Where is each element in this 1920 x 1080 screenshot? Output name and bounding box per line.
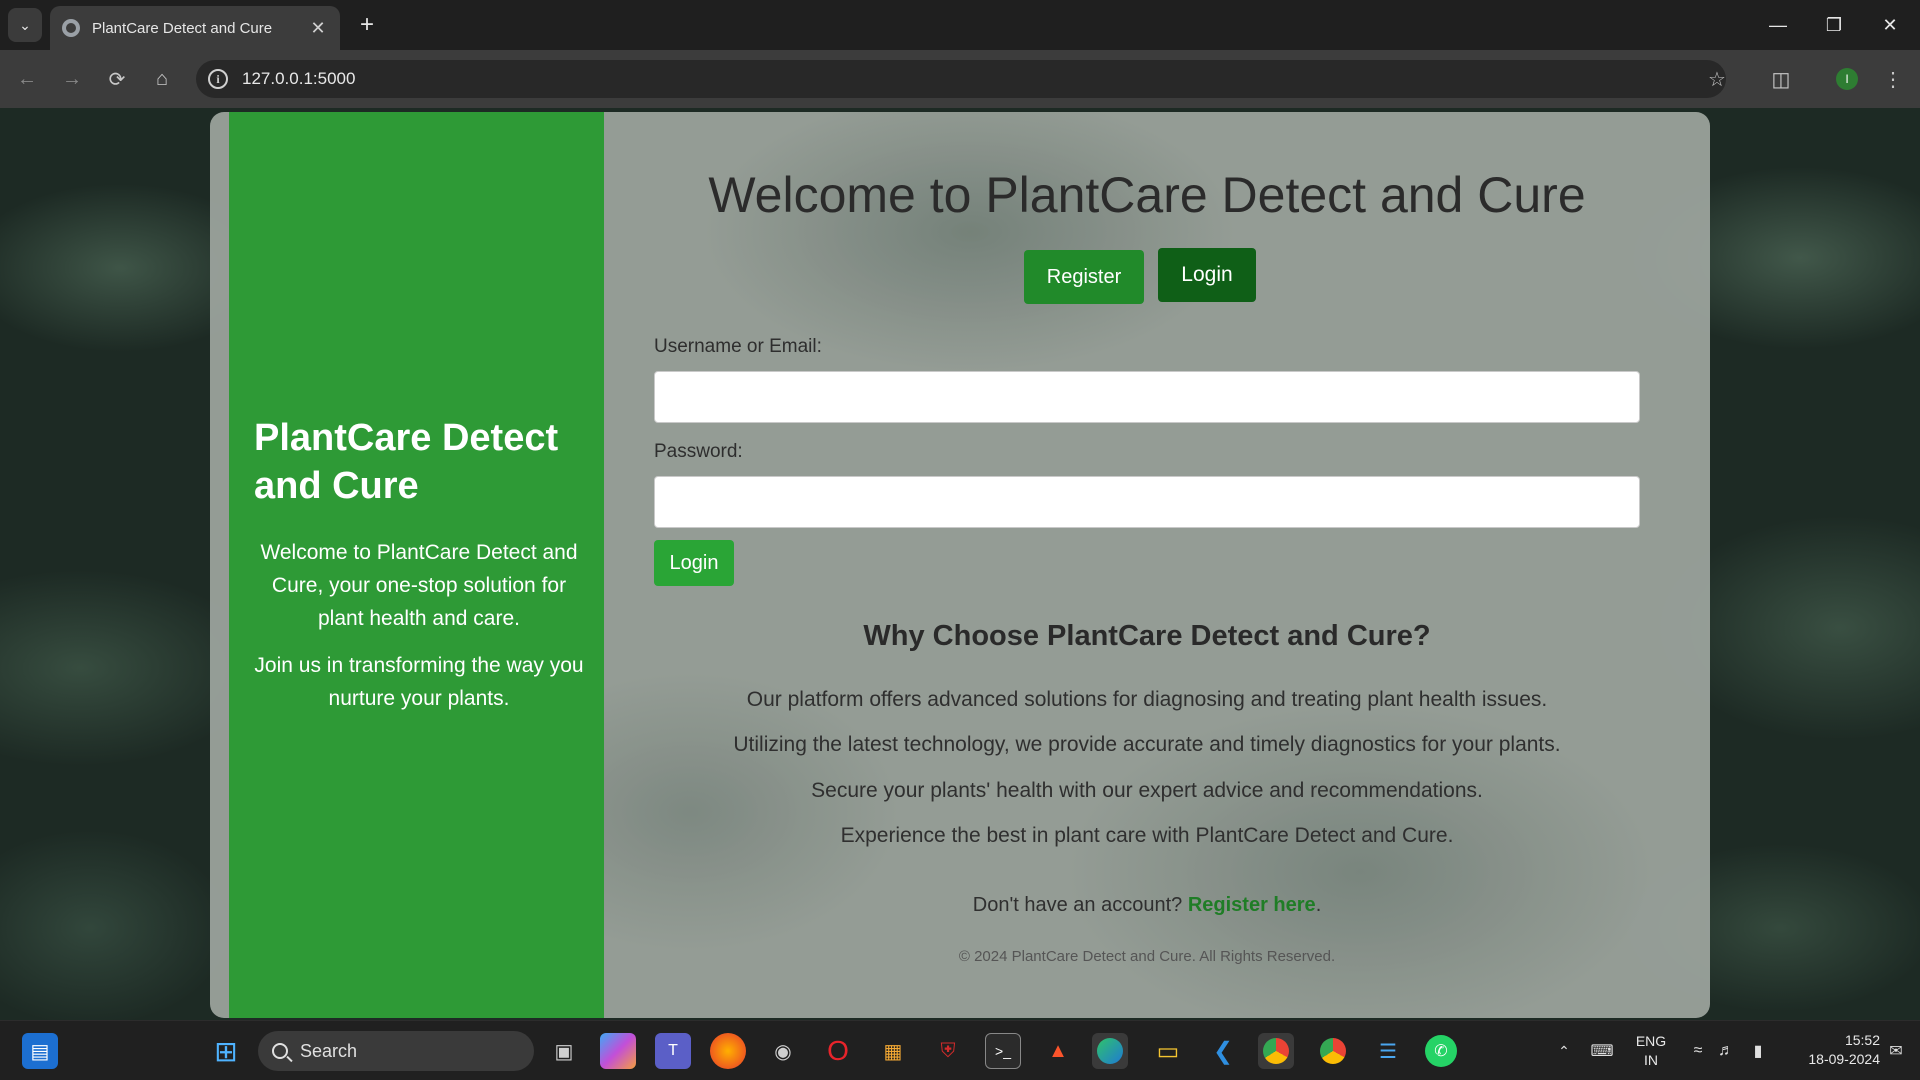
site-info-icon[interactable]: i	[208, 69, 228, 89]
home-icon[interactable]: ⌂	[145, 62, 179, 96]
sidebar-join: Join us in transforming the way you nurt…	[254, 654, 584, 710]
mcafee-shield-icon[interactable]: ⛨	[930, 1033, 966, 1069]
account-prompt-suffix: .	[1315, 894, 1322, 916]
password-input[interactable]	[654, 476, 1640, 528]
minimize-icon[interactable]: —	[1750, 0, 1806, 50]
chrome-icon[interactable]	[1258, 1033, 1294, 1069]
taskbar-search[interactable]: Search	[258, 1031, 534, 1071]
language-indicator[interactable]: ENG IN	[1626, 1032, 1676, 1070]
notepad-icon[interactable]: ☰	[1370, 1033, 1406, 1069]
extensions-puzzle-icon[interactable]: ◫	[1764, 62, 1798, 96]
taskbar: ▤ ⊞ Search ▣ T ◉ O ▦ ⛨ >_ ▲ ▭ ❮ ☰ ✆ ⌃ ⌨ …	[0, 1020, 1920, 1080]
keyboard-icon[interactable]: ⌨	[1584, 1033, 1620, 1069]
reload-icon[interactable]: ⟳	[100, 62, 134, 96]
microsoft-store-icon[interactable]: ▦	[875, 1033, 911, 1069]
tab-search-chevron-icon[interactable]: ⌄	[8, 8, 42, 42]
browser-toolbar: ← → ⟳ ⌂ i 127.0.0.1:5000 ☆ ◫ ⋮	[0, 50, 1920, 108]
password-label: Password:	[654, 441, 743, 462]
copilot-icon[interactable]	[600, 1033, 636, 1069]
sidebar-intro: Welcome to PlantCare Detect and Cure, yo…	[260, 541, 578, 630]
sidebar: PlantCare Detect and Cure Welcome to Pla…	[229, 112, 604, 1018]
terminal-icon[interactable]: >_	[985, 1033, 1021, 1069]
restore-icon[interactable]: ❐	[1806, 0, 1862, 50]
feature-text: Utilizing the latest technology, we prov…	[733, 733, 1561, 756]
page-background: PlantCare Detect and Cure Welcome to Pla…	[0, 108, 1920, 1020]
file-explorer-icon[interactable]: ▭	[1150, 1033, 1186, 1069]
forward-arrow-icon[interactable]: →	[55, 62, 89, 96]
windows-start-icon[interactable]: ⊞	[208, 1033, 244, 1069]
tab-title: PlantCare Detect and Cure	[92, 19, 273, 37]
feature-text: Secure your plants' health with our expe…	[811, 779, 1483, 802]
footer-copyright: © 2024 PlantCare Detect and Cure. All Ri…	[958, 948, 1336, 965]
region-code: IN	[1644, 1052, 1658, 1068]
firefox-icon[interactable]	[710, 1033, 746, 1069]
clock-date: 18-09-2024	[1808, 1051, 1880, 1067]
new-tab-button[interactable]: +	[352, 10, 382, 40]
clock[interactable]: 15:52 18-09-2024	[1780, 1031, 1880, 1069]
profile-avatar[interactable]: I	[1836, 68, 1858, 90]
login-submit-button[interactable]: Login	[654, 540, 734, 586]
brave-icon[interactable]: ▲	[1040, 1033, 1076, 1069]
main-panel: Welcome to PlantCare Detect and Cure Reg…	[604, 112, 1710, 1018]
feature-text: Experience the best in plant care with P…	[840, 824, 1454, 847]
task-view-icon[interactable]: ▣	[546, 1033, 582, 1069]
chrome-profile-icon[interactable]	[1315, 1033, 1351, 1069]
battery-icon[interactable]: ▮	[1740, 1033, 1776, 1069]
browser-tab[interactable]: PlantCare Detect and Cure ✕	[50, 6, 340, 50]
username-label: Username or Email:	[654, 336, 822, 357]
window-close-icon[interactable]: ✕	[1862, 0, 1918, 50]
account-prompt-text: Don't have an account?	[972, 894, 1183, 916]
notification-bell-icon[interactable]: ✉	[1878, 1033, 1914, 1069]
browser-tab-bar: ⌄ PlantCare Detect and Cure ✕ + — ❐ ✕	[0, 0, 1920, 50]
why-heading: Why Choose PlantCare Detect and Cure?	[863, 620, 1431, 652]
edge-icon[interactable]	[1092, 1033, 1128, 1069]
content-card: PlantCare Detect and Cure Welcome to Pla…	[210, 112, 1710, 1018]
taskbar-search-label: Search	[300, 1040, 358, 1061]
url-text: 127.0.0.1:5000	[242, 69, 356, 88]
login-tab-button[interactable]: Login	[1158, 248, 1256, 302]
clock-time: 15:52	[1844, 1032, 1880, 1048]
teams-icon[interactable]: T	[655, 1033, 691, 1069]
volume-icon[interactable]: ♬	[1708, 1033, 1744, 1069]
username-input[interactable]	[654, 371, 1640, 423]
globe-icon	[62, 19, 80, 37]
account-prompt: Don't have an account? Register here.	[604, 894, 1690, 917]
tab-close-icon[interactable]: ✕	[308, 18, 328, 39]
browser-menu-icon[interactable]: ⋮	[1876, 62, 1910, 96]
register-link[interactable]: Register here	[1188, 894, 1316, 916]
sidebar-title: PlantCare Detect and Cure	[254, 417, 559, 507]
vscode-icon[interactable]: ❮	[1205, 1033, 1241, 1069]
camera-icon[interactable]: ◉	[765, 1033, 801, 1069]
whatsapp-icon[interactable]: ✆	[1425, 1035, 1457, 1067]
back-arrow-icon[interactable]: ←	[10, 62, 44, 96]
show-hidden-icons-chevron-icon[interactable]: ⌃	[1546, 1033, 1582, 1069]
feature-text: Our platform offers advanced solutions f…	[746, 688, 1548, 711]
opera-icon[interactable]: O	[820, 1033, 856, 1069]
language-code: ENG	[1635, 1033, 1667, 1049]
search-icon	[272, 1043, 288, 1059]
bookmark-star-icon[interactable]: ☆	[1700, 62, 1734, 96]
register-button[interactable]: Register	[1024, 250, 1144, 304]
address-bar[interactable]: i 127.0.0.1:5000	[196, 60, 1726, 98]
page-title: Welcome to PlantCare Detect and Cure	[708, 167, 1586, 223]
widgets-icon[interactable]: ▤	[22, 1033, 58, 1069]
